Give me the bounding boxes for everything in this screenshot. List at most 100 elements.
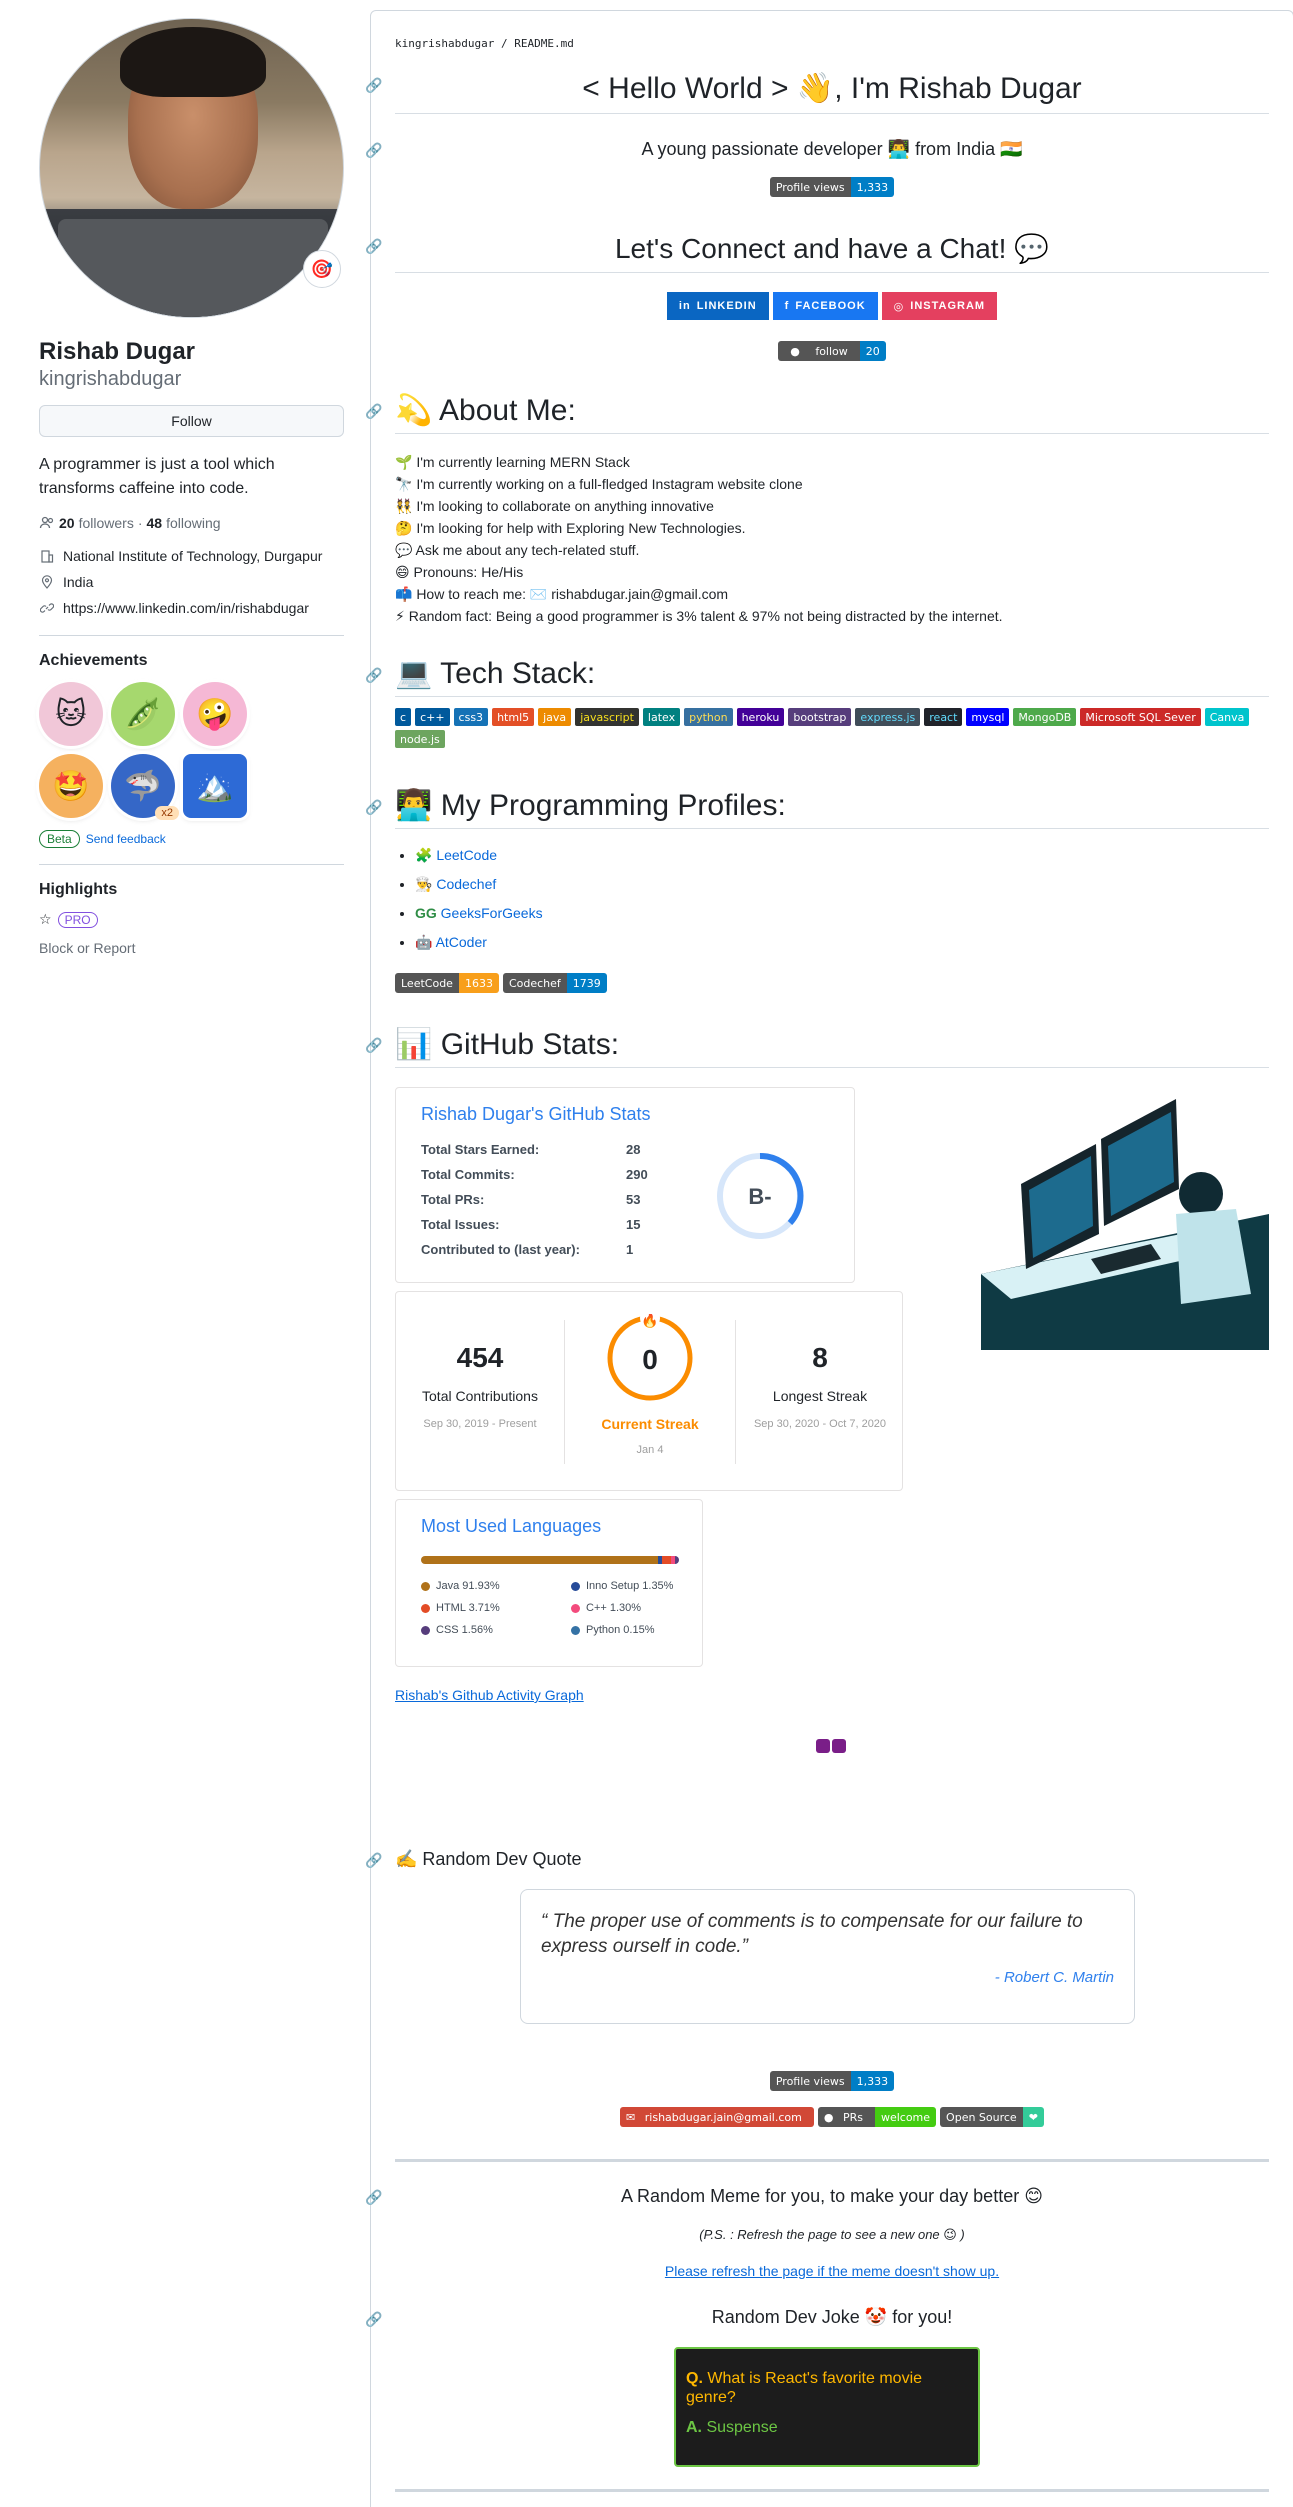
- anchor-link-icon[interactable]: 🔗: [365, 77, 382, 94]
- grade-ring: B-: [717, 1152, 804, 1239]
- longest-label: Longest Streak: [772, 1388, 868, 1404]
- divider: [39, 864, 344, 865]
- about-item: ⚡ Random fact: Being a good programmer i…: [395, 608, 1003, 624]
- about-item: 💬 Ask me about any tech-related stuff.: [395, 542, 640, 558]
- achievement-arctic-code-vault-icon[interactable]: 🏔️: [183, 754, 247, 818]
- followers-label[interactable]: followers: [79, 515, 134, 531]
- link-icon: [39, 600, 55, 616]
- achievement-quickdraw-icon[interactable]: 🐱: [39, 682, 103, 746]
- profile-item: 🤖 AtCoder: [415, 928, 543, 957]
- about-item: 🌱 I'm currently learning MERN Stack: [395, 454, 630, 470]
- joke-card: Q. What is React's favorite movie genre?…: [674, 2347, 980, 2467]
- profile-link[interactable]: Codechef: [436, 876, 496, 892]
- codechef-badge-label: Codechef: [502, 973, 567, 993]
- tech-badge: node.js: [395, 730, 445, 748]
- tech-badge: c++: [415, 708, 450, 726]
- avatar[interactable]: [39, 18, 344, 318]
- following-label[interactable]: following: [166, 515, 220, 531]
- stats-row: Total Stars Earned: 28: [421, 1142, 641, 1157]
- beta-pill: Beta: [39, 830, 80, 848]
- stats-row: Contributed to (last year): 1: [421, 1242, 634, 1257]
- gmail-badge[interactable]: ✉ rishabdugar.jain@gmail.com: [620, 2107, 814, 2127]
- longest-value: 8: [812, 1342, 828, 1373]
- activity-graph-link[interactable]: Rishab's Github Activity Graph: [395, 1687, 584, 1703]
- achievement-pair-extraordinaire-icon[interactable]: 🫛: [111, 682, 175, 746]
- heading-divider: [395, 1067, 1269, 1068]
- languages-bar: [421, 1556, 679, 1564]
- quote-card: “ The proper use of comments is to compe…: [520, 1889, 1135, 2024]
- path-separator: /: [500, 37, 508, 50]
- anchor-link-icon[interactable]: 🔗: [365, 667, 382, 684]
- atcoder-icon: 🤖: [415, 934, 436, 950]
- stats-title: 📊 GitHub Stats:: [395, 1028, 620, 1061]
- stats-rows: Total Stars Earned: 28 Total Commits: 290 …: [421, 1142, 648, 1267]
- tech-badge: latex: [642, 708, 681, 726]
- stats-row: Total Issues: 15: [421, 1217, 641, 1232]
- prs-welcome-badge: ● PRs welcome: [817, 2107, 937, 2127]
- leetcode-badge-label: LeetCode: [395, 973, 459, 993]
- organization-icon: [39, 548, 55, 564]
- about-item: 👯 I'm looking to collaborate on anything…: [395, 498, 714, 514]
- codechef-icon: 👨‍🍳: [415, 876, 437, 892]
- linkedin-icon: in: [678, 300, 691, 312]
- profile-link[interactable]: AtCoder: [436, 934, 487, 950]
- linkedin-button[interactable]: in LINKEDIN: [666, 292, 769, 320]
- about-title: 💫 About Me:: [395, 394, 576, 427]
- anchor-link-icon[interactable]: 🔗: [365, 2189, 382, 2206]
- profile-link[interactable]: LeetCode: [436, 847, 497, 863]
- path-user[interactable]: kingrishabdugar: [395, 37, 494, 50]
- status-emoji-icon[interactable]: 🎯: [303, 250, 341, 288]
- current-streak: 🔥 0 Current Streak Jan 4: [565, 1292, 735, 1492]
- achievement-pull-shark-icon[interactable]: 🦈 x2: [111, 754, 179, 820]
- meme-title: A Random Meme for you, to make your day …: [621, 2186, 1043, 2206]
- tech-badge: react: [924, 708, 963, 726]
- facebook-button[interactable]: f FACEBOOK: [772, 292, 878, 320]
- profile-link[interactable]: GeeksForGeeks: [441, 905, 543, 921]
- about-item: 📫 How to reach me: ✉️ rishabdugar.jain@g…: [395, 586, 729, 602]
- language-bar-segment: [661, 1556, 672, 1564]
- readme-container: kingrishabdugar / README.md 🔗 < Hello Wo…: [365, 10, 1293, 2507]
- total-range: Sep 30, 2019 - Present: [423, 1418, 537, 1430]
- anchor-link-icon[interactable]: 🔗: [365, 403, 382, 420]
- joke-title: Random Dev Joke 🤡 for you!: [711, 2307, 953, 2327]
- anchor-link-icon[interactable]: 🔗: [365, 799, 382, 816]
- achievements-title: Achievements: [39, 652, 148, 669]
- followers-count[interactable]: 20: [59, 515, 75, 531]
- profile-views-badge-2: Profile views 1,333: [395, 2071, 1269, 2091]
- pro-highlight: ☆ PRO: [39, 911, 344, 928]
- send-feedback-link[interactable]: Send feedback: [86, 832, 166, 846]
- instagram-button[interactable]: ◎ INSTAGRAM: [881, 292, 998, 320]
- section-divider: [395, 2159, 1269, 2162]
- quote-text: “ The proper use of comments is to compe…: [541, 1911, 1083, 1957]
- stats-row: Total Commits: 290: [421, 1167, 648, 1182]
- anchor-link-icon[interactable]: 🔗: [365, 1852, 382, 1869]
- meme-link[interactable]: Please refresh the page if the meme does…: [395, 2263, 1269, 2279]
- achievement-yolo-icon[interactable]: 🤪: [183, 682, 247, 746]
- anchor-link-icon[interactable]: 🔗: [365, 142, 382, 159]
- profile-views-value: 1,333: [850, 177, 895, 197]
- language-bar-segment: [421, 1556, 659, 1564]
- tech-badge: Canva: [1204, 708, 1250, 726]
- achievements-list: 🐱 🫛 🤪 🤩 🦈 x2 🏔️: [39, 682, 299, 820]
- heart-icon: ❤: [1022, 2107, 1044, 2127]
- anchor-link-icon[interactable]: 🔗: [365, 238, 382, 255]
- tech-badges: c c++ css3 html5 java javascript latex p…: [395, 708, 1269, 748]
- website-link[interactable]: https://www.linkedin.com/in/rishabdugar: [63, 600, 309, 616]
- social-links: in LINKEDIN f FACEBOOK ◎ INSTAGRAM: [395, 292, 1269, 320]
- block-report-link[interactable]: Block or Report: [39, 940, 344, 956]
- follow-badge[interactable]: ● follow 20: [395, 341, 1269, 361]
- profile-sidebar: 🎯 Rishab Dugar kingrishabdugar Follow A …: [39, 18, 344, 956]
- achievement-starstruck-icon[interactable]: 🤩: [39, 754, 103, 818]
- fire-icon: 🔥: [641, 1314, 658, 1329]
- anchor-link-icon[interactable]: 🔗: [365, 1037, 382, 1054]
- following-count[interactable]: 48: [147, 515, 163, 531]
- anchor-link-icon[interactable]: 🔗: [365, 2311, 382, 2328]
- vcard-website[interactable]: https://www.linkedin.com/in/rishabdugar: [39, 597, 344, 619]
- follow-button[interactable]: Follow: [39, 405, 344, 437]
- lang-legend-item: Inno Setup 1.35%: [571, 1580, 681, 1592]
- followers-row: 20 followers · 48 following: [39, 515, 344, 531]
- location-pin-icon: [39, 574, 55, 590]
- instagram-icon: ◎: [893, 300, 905, 313]
- path-file[interactable]: README.md: [514, 37, 574, 50]
- geeksforgeeks-icon: GG: [415, 905, 441, 921]
